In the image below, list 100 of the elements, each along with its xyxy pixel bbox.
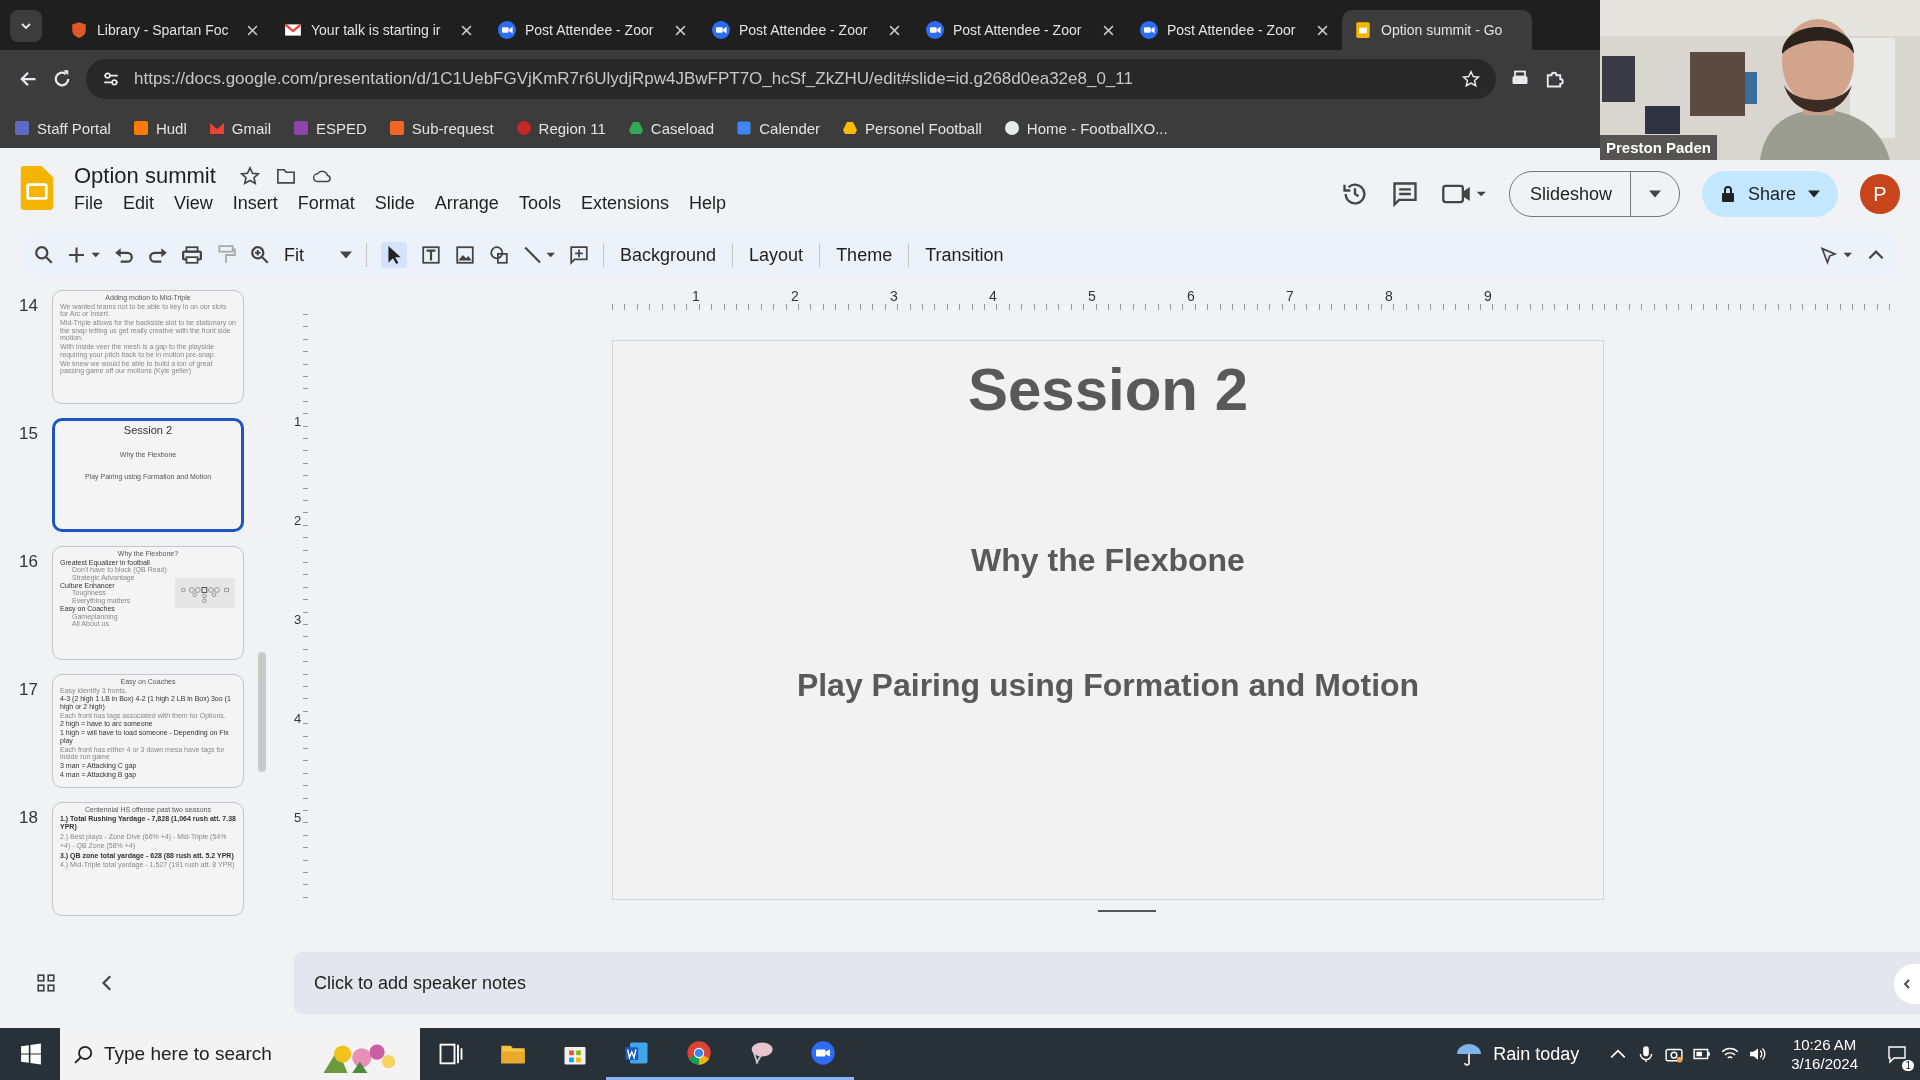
- bookmark[interactable]: Personel Football: [842, 119, 982, 137]
- tab-title: Your talk is starting ir: [311, 22, 442, 38]
- toolbar-button[interactable]: Layout: [747, 240, 806, 270]
- browser-tab[interactable]: Post Attendee - Zoor: [486, 10, 698, 50]
- bookmark-label: Calender: [759, 119, 821, 137]
- ruler-number: 4: [989, 288, 997, 304]
- menu-item[interactable]: File: [74, 192, 103, 214]
- ruler-number: 1: [692, 288, 700, 304]
- close-icon[interactable]: [675, 24, 686, 36]
- menu-item[interactable]: Arrange: [434, 192, 499, 214]
- bookmark[interactable]: Caseload: [627, 119, 715, 137]
- share-button[interactable]: Share: [1701, 171, 1838, 217]
- zoom-dropdown[interactable]: Fit: [284, 244, 352, 266]
- tab-title: Post Attendee - Zoor: [739, 22, 869, 38]
- pen-icon[interactable]: [1820, 245, 1852, 265]
- caret-icon[interactable]: [1648, 190, 1661, 198]
- slide-thumbnail[interactable]: [52, 674, 244, 788]
- browser-icon: [685, 1038, 713, 1067]
- shapes-icon[interactable]: [489, 245, 509, 265]
- browser-tab[interactable]: Post Attendee - Zoor: [914, 10, 1126, 50]
- slide-title[interactable]: Session 2: [967, 355, 1249, 424]
- comment-icon[interactable]: [1390, 180, 1419, 208]
- tab-title: Post Attendee - Zoor: [525, 22, 655, 38]
- address-bar[interactable]: https://docs.google.com/presentation/d/1C1UebFGVjKmR7r6UlydjRpw4JBwFPT7O_hcSf_ZkZHU/edit#slide=id.g268d0ea32e8_0_11: [86, 59, 1496, 99]
- line-icon[interactable]: [523, 245, 555, 265]
- bookmark[interactable]: ESPED: [292, 119, 367, 137]
- menu-item[interactable]: Insert: [232, 192, 278, 214]
- slide-thumbnail[interactable]: [52, 290, 244, 404]
- search-icon[interactable]: [34, 245, 54, 265]
- weather-text[interactable]: Rain today: [1493, 1043, 1580, 1065]
- slide-subtitle[interactable]: Why the Flexbone: [971, 542, 1245, 579]
- undo-icon[interactable]: [114, 245, 134, 265]
- slide-thumbnail[interactable]: [52, 802, 244, 916]
- close-icon[interactable]: [461, 24, 472, 36]
- slide-canvas[interactable]: Session 2 Why the Flexbone Play Pairing using Formation and Motion: [612, 340, 1604, 900]
- slide-subtitle[interactable]: Play Pairing using Formation and Motion: [796, 667, 1420, 704]
- reload-icon[interactable]: [52, 69, 72, 89]
- clock[interactable]: 10:26 AM 3/16/2024: [1791, 1034, 1858, 1074]
- zoom-in-icon[interactable]: [250, 245, 270, 265]
- puzzle-icon[interactable]: [1544, 69, 1564, 89]
- taskbar-search-bar[interactable]: Type here to search: [60, 1028, 420, 1080]
- caret-icon: [340, 251, 352, 259]
- slide-number: 16: [18, 551, 38, 573]
- toolbar-button[interactable]: Theme: [834, 240, 895, 270]
- toolbar-button[interactable]: Transition: [923, 240, 1006, 270]
- printer-icon[interactable]: [182, 245, 202, 265]
- bookmark[interactable]: Staff Portal: [14, 119, 111, 137]
- resize-handle[interactable]: [1098, 910, 1156, 912]
- menu-item[interactable]: Tools: [518, 192, 561, 214]
- speaker-icon[interactable]: [1749, 1045, 1768, 1063]
- windows-start-icon[interactable]: [20, 1043, 42, 1065]
- menu-item[interactable]: Format: [297, 192, 355, 214]
- scrollbar[interactable]: [258, 652, 266, 772]
- document-title[interactable]: Option summit: [74, 162, 216, 189]
- redo-icon[interactable]: [148, 245, 168, 265]
- close-icon[interactable]: [889, 24, 900, 36]
- bookmark[interactable]: Gmail: [208, 119, 271, 137]
- video-camera-icon: [809, 1038, 837, 1067]
- tab-search-button[interactable]: [10, 10, 42, 42]
- notification-button[interactable]: 1: [1882, 1039, 1912, 1069]
- site-info-icon[interactable]: [102, 70, 120, 88]
- bookmark[interactable]: Calender: [736, 119, 821, 137]
- grid-view-icon[interactable]: [36, 973, 56, 993]
- speaker-notes-field[interactable]: Click to add speaker notes: [294, 952, 1920, 1014]
- bookmark[interactable]: Region 11: [515, 119, 606, 137]
- select-cursor-icon[interactable]: [381, 242, 407, 268]
- ruler-number: 5: [1088, 288, 1096, 304]
- add-comment-icon[interactable]: [569, 245, 589, 265]
- browser-tab[interactable]: Post Attendee - Zoor: [700, 10, 912, 50]
- back-arrow-icon[interactable]: [18, 69, 38, 89]
- search-input[interactable]: Type here to search: [102, 1042, 306, 1066]
- tab-title: Option summit - Go: [1381, 22, 1504, 38]
- bookmark[interactable]: Hudl: [132, 119, 187, 137]
- slide-number: 17: [18, 679, 38, 701]
- video-camera-icon: [712, 21, 730, 39]
- caret-icon[interactable]: [1808, 190, 1820, 198]
- close-icon[interactable]: [1317, 24, 1328, 36]
- add-icon[interactable]: [68, 245, 100, 265]
- slide-number: 18: [18, 807, 38, 829]
- menu-item[interactable]: Slide: [374, 192, 415, 214]
- browser-tab[interactable]: Option summit - Go: [1342, 10, 1532, 50]
- bookmark-label: Staff Portal: [37, 119, 111, 137]
- close-icon[interactable]: [247, 24, 258, 36]
- menu-item[interactable]: View: [174, 192, 213, 214]
- ruler-number: 8: [1385, 288, 1393, 304]
- menu-item[interactable]: Edit: [123, 192, 155, 214]
- image-icon[interactable]: [455, 245, 475, 265]
- browser-tab[interactable]: Your talk is starting ir: [272, 10, 484, 50]
- video-camera-icon: [926, 21, 944, 39]
- browser-tab[interactable]: Post Attendee - Zoor: [1128, 10, 1340, 50]
- browser-tab[interactable]: Library - Spartan Foc: [58, 10, 270, 50]
- bookmark[interactable]: Sub-request: [388, 119, 494, 137]
- close-icon[interactable]: [1103, 24, 1114, 36]
- menu-item[interactable]: Help: [688, 192, 726, 214]
- menu-item[interactable]: Extensions: [580, 192, 669, 214]
- star-icon[interactable]: [239, 165, 260, 186]
- account-avatar[interactable]: P: [1860, 174, 1900, 214]
- mail-icon: [284, 21, 302, 39]
- toolbar-button[interactable]: Background: [618, 240, 719, 270]
- text-box-icon[interactable]: [421, 245, 441, 265]
